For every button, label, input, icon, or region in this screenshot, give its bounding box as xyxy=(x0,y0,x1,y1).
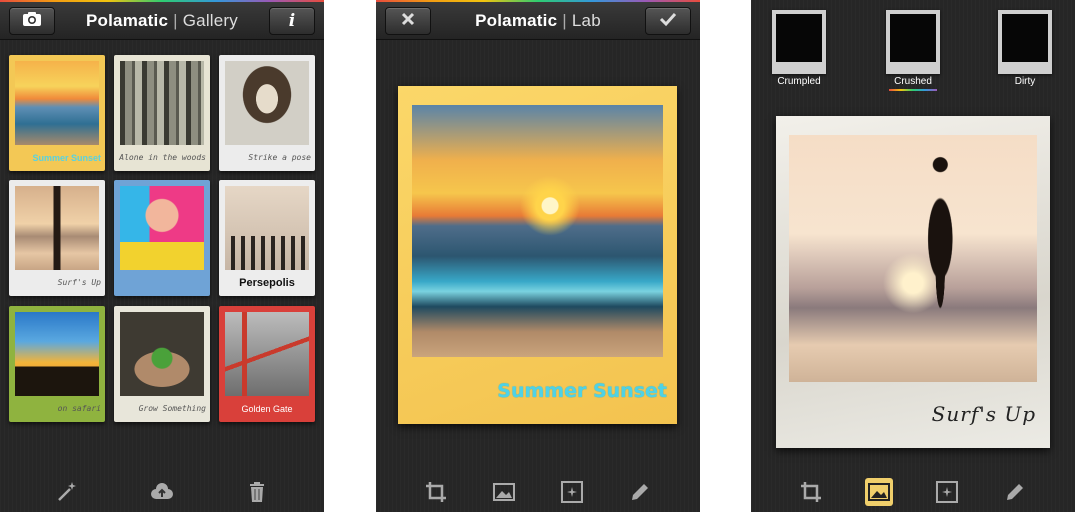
filter-dirty[interactable]: Dirty xyxy=(997,10,1053,87)
app-name: Polamatic xyxy=(86,10,169,30)
confirm-button[interactable] xyxy=(645,7,691,35)
close-button[interactable] xyxy=(385,7,431,35)
gallery-title: Polamatic | Gallery xyxy=(86,10,238,30)
gallery-card-bubblegum[interactable] xyxy=(114,180,210,296)
card-caption: Golden Gate xyxy=(241,404,293,414)
filtered-polaroid[interactable]: Surf's Up xyxy=(776,116,1050,448)
info-button[interactable]: i xyxy=(269,7,315,35)
photo-safari xyxy=(15,312,99,396)
pencil-icon[interactable] xyxy=(626,478,654,506)
card-caption xyxy=(118,273,206,293)
lab-bottom-toolbar xyxy=(376,472,700,512)
gallery-card-grow[interactable]: Grow Something xyxy=(114,306,210,422)
photo-surfer-large xyxy=(789,135,1037,382)
pencil-icon[interactable] xyxy=(1001,478,1029,506)
card-caption: Grow Something xyxy=(138,404,206,413)
camera-icon xyxy=(22,11,42,32)
sparkle-icon[interactable] xyxy=(558,478,586,506)
polaroid-caption: Summer Sunset xyxy=(497,380,667,402)
sparkle-icon[interactable] xyxy=(933,478,961,506)
photo-sunset-large xyxy=(412,105,663,357)
info-icon: i xyxy=(288,11,296,31)
section-name: Gallery xyxy=(182,10,238,30)
photo-woods xyxy=(120,61,204,145)
section-name: Lab xyxy=(571,10,601,30)
photo-surfer xyxy=(15,186,99,270)
filter-swatch xyxy=(772,10,826,74)
camera-button[interactable] xyxy=(9,7,55,35)
card-caption: on safari xyxy=(57,404,101,413)
gallery-card-persepolis[interactable]: Persepolis xyxy=(219,180,315,296)
gallery-card-pose[interactable]: Strike a pose xyxy=(219,55,315,171)
photo-seedling xyxy=(120,312,204,396)
lab-top-bar: Polamatic | Lab xyxy=(376,2,700,40)
trash-icon[interactable] xyxy=(243,478,271,506)
card-caption: Alone in the woods xyxy=(119,153,206,162)
gallery-bottom-toolbar xyxy=(0,472,324,512)
filter-swatch xyxy=(998,10,1052,74)
polaroid-caption: Surf's Up xyxy=(931,402,1036,426)
filter-label: Crushed xyxy=(894,76,932,87)
photo-portrait xyxy=(225,61,309,145)
filter-swatch xyxy=(886,10,940,74)
card-caption: Persepolis xyxy=(239,277,295,289)
app-name: Polamatic xyxy=(475,10,558,30)
gallery-card-surfs-up[interactable]: Surf's Up xyxy=(9,180,105,296)
gallery-top-bar: Polamatic | Gallery i xyxy=(0,2,324,40)
selected-indicator xyxy=(889,89,937,91)
card-caption: Surf's Up xyxy=(57,278,101,287)
photo-girl-glasses xyxy=(120,186,204,270)
gallery-card-golden-gate[interactable]: Golden Gate xyxy=(219,306,315,422)
crop-icon[interactable] xyxy=(422,478,450,506)
gallery-screen: Polamatic | Gallery i Summer Sunset Alone … xyxy=(0,0,324,512)
image-icon[interactable] xyxy=(865,478,893,506)
filter-label: Crumpled xyxy=(777,76,821,87)
filter-bottom-toolbar xyxy=(751,472,1075,512)
magic-wand-icon[interactable] xyxy=(53,478,81,506)
crop-icon[interactable] xyxy=(797,478,825,506)
close-icon xyxy=(400,11,416,32)
gallery-card-safari[interactable]: on safari xyxy=(9,306,105,422)
lab-screen: Polamatic | Lab Summer Sunset xyxy=(376,0,700,512)
photo-bridge xyxy=(225,312,309,396)
photo-sunset xyxy=(15,61,99,145)
filter-screen: Crumpled Crushed Dirty Surf's Up xyxy=(751,0,1075,512)
photo-ruins xyxy=(225,186,309,270)
filter-crushed[interactable]: Crushed xyxy=(885,10,941,91)
check-icon xyxy=(659,11,677,32)
filter-label: Dirty xyxy=(1014,76,1036,87)
edited-polaroid[interactable]: Summer Sunset xyxy=(398,86,677,424)
cloud-upload-icon[interactable] xyxy=(148,478,176,506)
card-caption: Summer Sunset xyxy=(32,153,101,163)
lab-title: Polamatic | Lab xyxy=(475,10,601,30)
filter-crumpled[interactable]: Crumpled xyxy=(771,10,827,87)
gallery-card-summer-sunset[interactable]: Summer Sunset xyxy=(9,55,105,171)
card-caption: Strike a pose xyxy=(248,153,311,162)
image-icon[interactable] xyxy=(490,478,518,506)
gallery-card-woods[interactable]: Alone in the woods xyxy=(114,55,210,171)
